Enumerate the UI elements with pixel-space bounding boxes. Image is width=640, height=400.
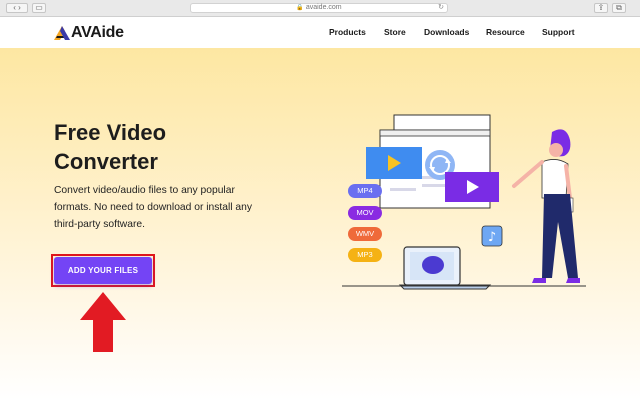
hero-illustration: ♪ MP4 MOV WMV MP3 [330, 100, 600, 300]
format-badge-mp4: MP4 [348, 184, 382, 198]
title-line-1: Free Video [54, 120, 167, 145]
tabs-icon[interactable]: ⧉ [612, 3, 626, 13]
nav-products[interactable]: Products [329, 27, 366, 37]
hero-description: Convert video/audio files to any popular… [54, 185, 253, 230]
brand-name: AVAide [71, 24, 124, 41]
back-forward-buttons[interactable]: ‹ › [6, 3, 28, 13]
format-badge-mp3: MP3 [348, 248, 382, 262]
site-header: AVAide Products Store Downloads Resource… [0, 17, 640, 48]
red-arrow-icon [80, 292, 126, 352]
reload-icon[interactable]: ↻ [438, 4, 444, 12]
address-bar-text: avaide.com [305, 4, 342, 11]
nav-downloads[interactable]: Downloads [424, 27, 469, 37]
address-bar[interactable]: 🔒 avaide.com ↻ [190, 3, 448, 13]
share-icon[interactable]: ⇪ [594, 3, 608, 13]
page-title: Free Video Converter [54, 118, 166, 176]
brand-logo[interactable]: AVAide [54, 24, 124, 41]
nav-resource[interactable]: Resource [486, 27, 525, 37]
nav-store[interactable]: Store [384, 27, 406, 37]
title-line-2: Converter [54, 149, 158, 174]
add-your-files-button[interactable]: ADD YOUR FILES [54, 257, 152, 284]
browser-toolbar: ‹ › ▭ 🔒 avaide.com ↻ ⇪ ⧉ [0, 0, 640, 17]
format-badge-mov: MOV [348, 206, 382, 220]
converter-illustration: ♪ [342, 114, 586, 290]
svg-text:♪: ♪ [488, 230, 496, 245]
lock-icon: 🔒 [296, 5, 304, 11]
sidebar-toggle-icon[interactable]: ▭ [32, 3, 46, 13]
logo-icon [54, 26, 70, 40]
nav-support[interactable]: Support [542, 27, 575, 37]
format-badge-wmv: WMV [348, 227, 382, 241]
